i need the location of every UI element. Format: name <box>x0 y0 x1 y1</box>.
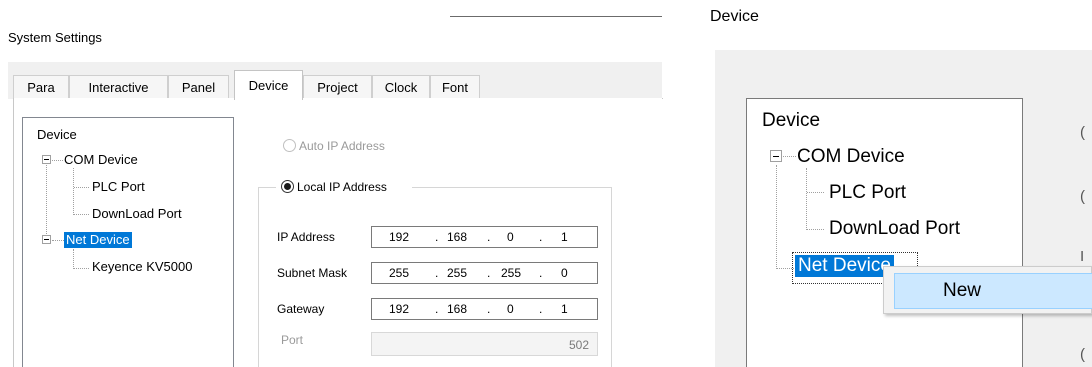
ip-dot: . <box>487 266 491 280</box>
zoom-tree-node-plc-port[interactable]: PLC Port <box>829 182 906 204</box>
tree-connector <box>73 168 74 215</box>
ip-octet: 1 <box>561 302 568 316</box>
local-ip-radio[interactable] <box>281 180 294 193</box>
tree-connector <box>52 240 64 241</box>
tab-strip: Para Interactive Panel Device Project Cl… <box>13 70 663 100</box>
context-menu: New <box>883 266 1092 314</box>
collapse-icon[interactable] <box>42 235 51 244</box>
ip-octet: 255 <box>447 266 468 280</box>
ip-octet: 0 <box>561 266 568 280</box>
tree-connector <box>776 165 777 269</box>
tree-connector <box>46 158 47 238</box>
ip-octet: 192 <box>389 302 410 316</box>
tree-node-plc-port[interactable]: PLC Port <box>92 179 145 195</box>
tree-connector <box>806 168 807 230</box>
tree-connector <box>783 156 796 157</box>
tree-node-net-device[interactable]: Net Device <box>64 232 132 248</box>
tree-connector <box>73 249 74 269</box>
ip-dot: . <box>487 230 491 244</box>
ip-octet: 168 <box>447 230 468 244</box>
tree-connector <box>74 187 89 188</box>
ip-octet: 0 <box>507 302 514 316</box>
subnet-mask-label: Subnet Mask <box>277 266 348 280</box>
tree-connector <box>807 192 824 193</box>
tab-para[interactable]: Para <box>13 75 69 99</box>
collapse-icon[interactable] <box>42 155 51 164</box>
ip-octet: 168 <box>447 302 468 316</box>
tab-device[interactable]: Device <box>234 70 303 100</box>
ip-octet: 255 <box>389 266 410 280</box>
tree-node-download-port[interactable]: DownLoad Port <box>92 206 182 222</box>
ip-dot: . <box>435 302 439 316</box>
gateway-label: Gateway <box>277 302 325 316</box>
tab-font[interactable]: Font <box>430 75 480 99</box>
tree-connector <box>74 214 89 215</box>
ip-dot: . <box>539 266 543 280</box>
system-settings-window: System Settings Para Interactive Panel D… <box>0 0 663 367</box>
port-value: 502 <box>568 338 589 352</box>
context-menu-new[interactable]: New <box>894 273 1092 309</box>
tree-connector <box>74 268 89 269</box>
auto-ip-label: Auto IP Address <box>299 139 385 153</box>
tree-connector <box>52 160 63 161</box>
collapse-icon[interactable] <box>770 150 782 162</box>
ip-address-field[interactable]: 192 . 168 . 0 . 1 <box>371 226 598 248</box>
clipped-control: I <box>1080 248 1085 265</box>
clipped-control: ( <box>1080 188 1085 205</box>
zoom-title: Device <box>710 8 759 25</box>
tab-project[interactable]: Project <box>303 75 372 99</box>
tab-interactive[interactable]: Interactive <box>69 75 168 99</box>
divider-line <box>450 16 662 17</box>
ip-address-label: IP Address <box>277 230 335 244</box>
clipped-control: ( <box>1080 346 1085 363</box>
window-title: System Settings <box>8 30 102 45</box>
ip-octet: 0 <box>507 230 514 244</box>
port-field[interactable]: 502 <box>371 332 598 356</box>
tab-clock[interactable]: Clock <box>372 75 430 99</box>
ip-dot: . <box>435 230 439 244</box>
zoom-tree-node-download-port[interactable]: DownLoad Port <box>829 218 960 240</box>
tree-node-com-device[interactable]: COM Device <box>64 152 138 168</box>
zoom-tree-node-com-device[interactable]: COM Device <box>797 146 905 168</box>
ip-dot: . <box>435 266 439 280</box>
port-label: Port <box>281 333 304 347</box>
subnet-mask-field[interactable]: 255 . 255 . 255 . 0 <box>371 262 598 284</box>
tab-panel[interactable]: Panel <box>168 75 229 99</box>
tree-node-device[interactable]: Device <box>37 127 77 143</box>
ip-dot: . <box>487 302 491 316</box>
ip-octet: 1 <box>561 230 568 244</box>
auto-ip-radio[interactable] <box>283 139 296 152</box>
zoom-tree-node-device[interactable]: Device <box>762 110 820 132</box>
ip-octet: 255 <box>501 266 522 280</box>
zoom-tree-node-net-device[interactable]: Net Device <box>795 255 894 277</box>
tree-connector <box>807 229 824 230</box>
ip-dot: . <box>539 302 543 316</box>
ip-dot: . <box>539 230 543 244</box>
gateway-field[interactable]: 192 . 168 . 0 . 1 <box>371 298 598 320</box>
tree-node-keyence-kv5000[interactable]: Keyence KV5000 <box>92 259 192 275</box>
local-ip-label: Local IP Address <box>297 180 387 194</box>
ip-octet: 192 <box>389 230 410 244</box>
clipped-control: ( <box>1080 124 1085 141</box>
